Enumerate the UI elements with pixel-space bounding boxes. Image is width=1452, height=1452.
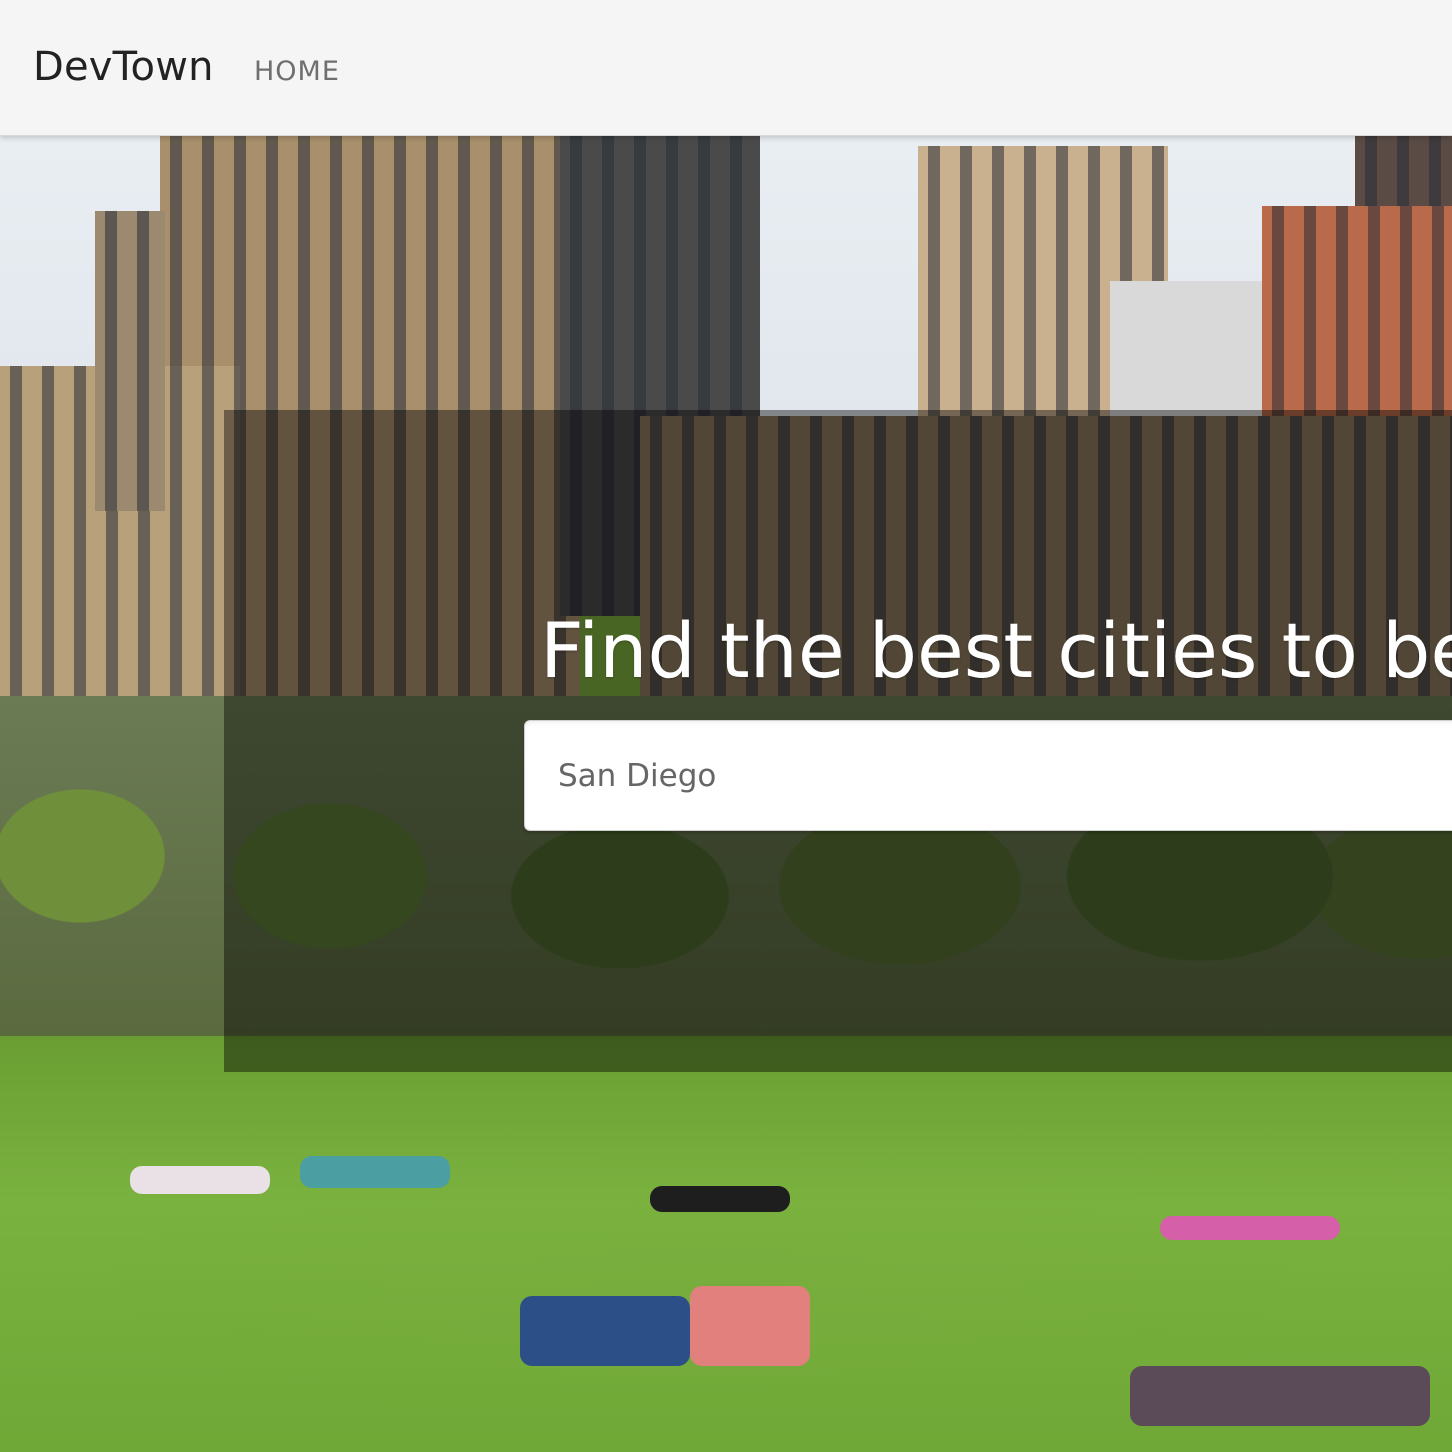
hero-heading: Find the best cities to be a (540, 606, 1452, 695)
hero-person (130, 1166, 270, 1194)
hero-building (1355, 136, 1452, 206)
navbar: DevTown HOME (0, 0, 1452, 136)
hero-person (520, 1296, 690, 1366)
hero-person (650, 1186, 790, 1212)
hero-building (95, 211, 165, 511)
page: DevTown HOME Find the best cities to be … (0, 0, 1452, 1452)
city-search-input[interactable] (524, 720, 1452, 831)
hero-person (300, 1156, 450, 1188)
hero-person (690, 1286, 810, 1366)
hero-person (1130, 1366, 1430, 1426)
nav-link-home[interactable]: HOME (254, 56, 340, 87)
brand-logo-link[interactable]: DevTown (33, 44, 214, 90)
hero-person (1160, 1216, 1340, 1240)
